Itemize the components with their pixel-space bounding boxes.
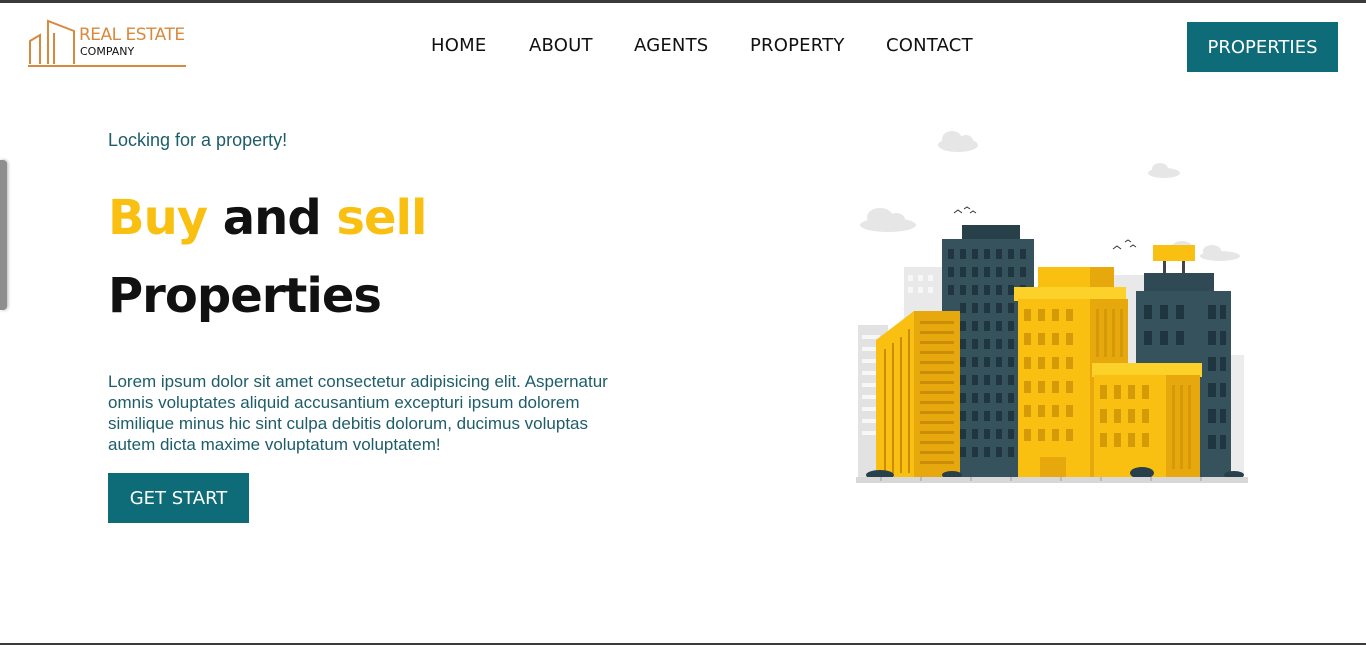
building-outline-icon [29, 19, 75, 64]
nav-home[interactable]: HOME [431, 35, 486, 56]
hero-description: Lorem ipsum dolor sit amet consectetur a… [108, 372, 608, 454]
site-header: REAL ESTATE COMPANY HOME ABOUT AGENTS PR… [0, 3, 1366, 93]
side-scroll-handle[interactable] [0, 160, 7, 310]
nav-property[interactable]: PROPERTY [750, 35, 845, 56]
nav-about[interactable]: ABOUT [529, 35, 593, 56]
nav-agents[interactable]: AGENTS [634, 35, 708, 56]
logo-subtitle: COMPANY [80, 45, 135, 58]
headline-word-buy: Buy [108, 190, 208, 246]
headline-word-and: and [222, 190, 322, 246]
logo-underline [28, 65, 186, 67]
hero-headline-line2: Properties [108, 268, 382, 324]
logo[interactable]: REAL ESTATE COMPANY [28, 19, 188, 69]
nav-contact[interactable]: CONTACT [886, 35, 973, 56]
hero-headline: Buy and sell [108, 190, 427, 246]
get-start-button[interactable]: GET START [108, 473, 249, 523]
city-buildings-illustration [856, 131, 1248, 483]
hero-tagline: Locking for a property! [108, 130, 288, 150]
properties-button[interactable]: PROPERTIES [1187, 22, 1338, 72]
headline-word-sell: sell [336, 190, 427, 246]
logo-title: REAL ESTATE [79, 25, 185, 45]
